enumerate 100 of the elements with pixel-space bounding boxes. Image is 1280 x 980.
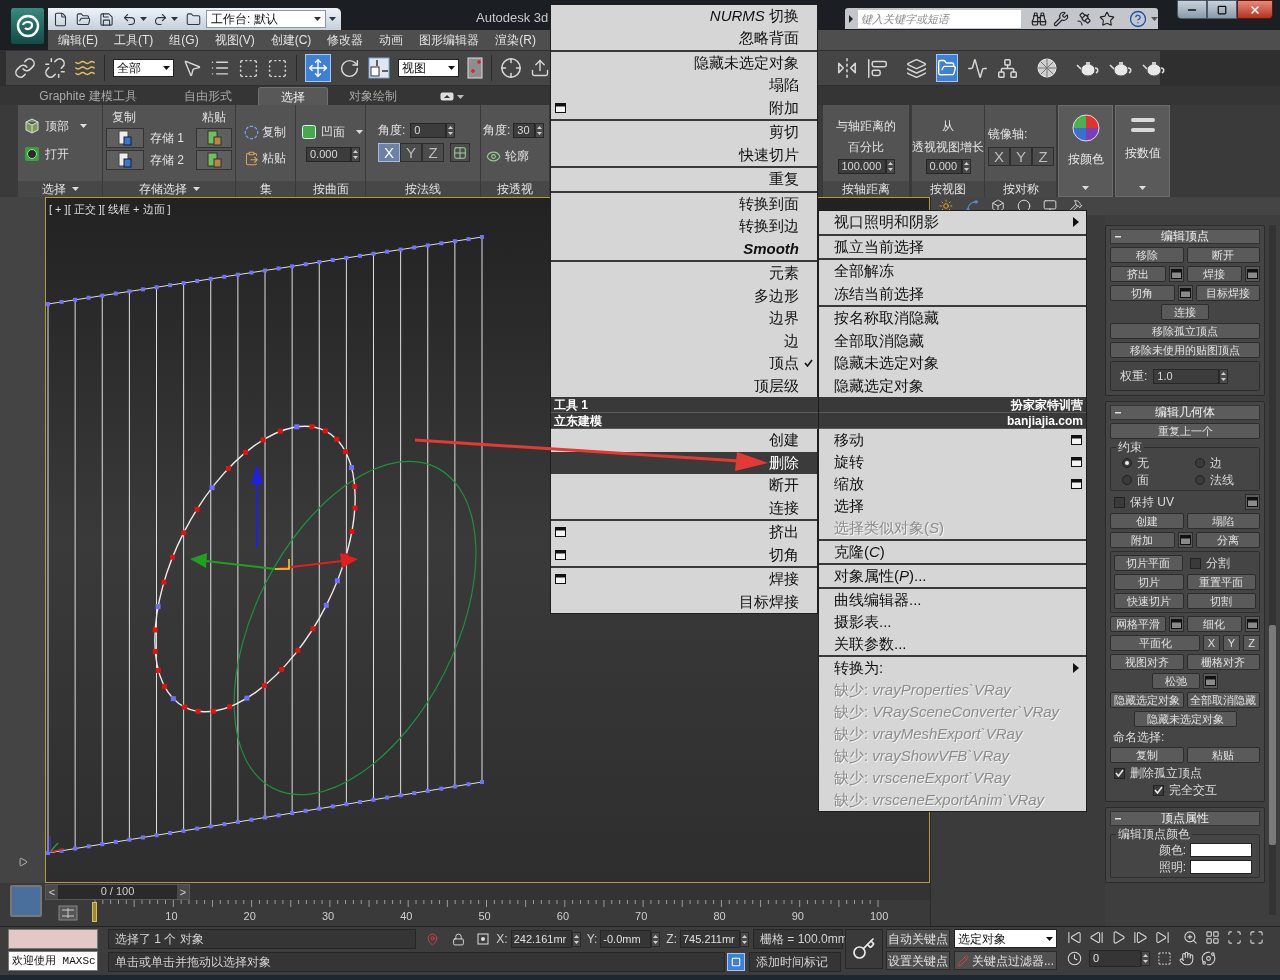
number-field[interactable]: 0.000 xyxy=(306,147,351,162)
hammer-icon[interactable] xyxy=(1069,199,1083,213)
listener-input-field[interactable] xyxy=(8,929,98,949)
menu-item[interactable]: 转换为: xyxy=(819,657,1086,679)
spinner-arrows-icon[interactable] xyxy=(351,147,360,162)
monitor-icon[interactable] xyxy=(1043,199,1057,213)
paste-button[interactable] xyxy=(196,128,232,148)
menu-item[interactable]: 目标焊接 xyxy=(551,590,817,613)
ribbon-button[interactable]: 打开 xyxy=(24,145,102,163)
color-field[interactable] xyxy=(1190,843,1252,857)
axis-button[interactable]: X xyxy=(378,143,400,162)
panel-button[interactable]: 移除未使用的贴图顶点 xyxy=(1110,342,1260,358)
radio-button[interactable] xyxy=(1194,475,1205,485)
panel-button[interactable]: 焊接 xyxy=(1186,266,1242,282)
scrollbar-track[interactable] xyxy=(1269,225,1276,915)
menu-item[interactable]: 边 xyxy=(551,329,817,352)
crosshair-icon[interactable] xyxy=(500,57,522,79)
menu-bar-item[interactable]: 修改器 xyxy=(319,31,372,49)
window-icon[interactable] xyxy=(554,527,566,538)
number-field[interactable]: 30 xyxy=(513,122,536,138)
panel-button[interactable]: 挤出 xyxy=(1110,266,1166,282)
paste-button[interactable] xyxy=(196,150,232,170)
pan-hand-icon[interactable] xyxy=(1179,951,1194,966)
list-icon[interactable] xyxy=(209,58,230,78)
selection-filter-dropdown[interactable]: 全部 xyxy=(112,59,174,77)
menu-item[interactable]: 全部取消隐藏 xyxy=(819,329,1086,352)
menu-item[interactable]: 移动 xyxy=(819,429,1086,451)
menu-item[interactable]: NURMS 切换 xyxy=(551,4,817,27)
curve-icon[interactable] xyxy=(965,199,979,213)
store-button[interactable] xyxy=(106,128,144,148)
link-icon[interactable] xyxy=(14,57,36,79)
node-graph-icon[interactable] xyxy=(997,57,1018,79)
panel-button[interactable]: 切片 xyxy=(1114,574,1184,590)
menu-item[interactable]: 忽略背面 xyxy=(551,27,817,50)
ribbon-tab[interactable]: 对象绘制 xyxy=(328,87,418,105)
boxed-lines-icon[interactable] xyxy=(57,905,78,921)
menu-item[interactable]: 选择 xyxy=(819,495,1086,517)
menu-item[interactable]: 顶层级 xyxy=(551,374,817,397)
axis-button[interactable]: Y xyxy=(1223,635,1240,651)
maximize-icon[interactable] xyxy=(1217,4,1227,15)
menu-item[interactable]: 曲线编辑器... xyxy=(819,589,1086,611)
number-field[interactable]: 1.0 xyxy=(1153,368,1220,384)
panel-button[interactable]: 复制 xyxy=(1110,747,1184,763)
ribbon-dropdown[interactable]: 凹面 xyxy=(302,123,365,141)
window-icon[interactable] xyxy=(1070,435,1082,445)
spinner-arrows-icon[interactable] xyxy=(885,159,895,174)
curve-graph-icon[interactable] xyxy=(967,57,988,79)
menu-bar-item[interactable]: 编辑(E) xyxy=(50,31,106,49)
menu-item[interactable]: 克隆(C) xyxy=(819,541,1086,563)
previous-frame-icon[interactable] xyxy=(1089,930,1104,945)
panel-button[interactable]: 切割 xyxy=(1186,593,1256,609)
checkbox[interactable] xyxy=(1114,496,1125,508)
key-set-dropdown[interactable]: 选定对象 xyxy=(954,929,1057,948)
axis-button[interactable]: Y xyxy=(400,143,422,162)
rollout-header[interactable]: 编辑顶点 xyxy=(1110,229,1260,244)
time-tag-button[interactable] xyxy=(727,953,745,971)
scrollbar-thumb[interactable] xyxy=(1269,625,1276,845)
ribbon-tab[interactable]: Graphite 建模工具 xyxy=(18,87,158,105)
window-icon[interactable] xyxy=(1070,479,1082,489)
panel-button[interactable]: 附加 xyxy=(1110,532,1175,548)
number-field[interactable]: 0.000 xyxy=(925,159,962,174)
ribbon-large-button[interactable]: 按颜色 xyxy=(1058,105,1113,197)
checkbox[interactable] xyxy=(1114,767,1125,779)
zoom-icon[interactable] xyxy=(1183,930,1198,945)
panel-button[interactable]: 塌陷 xyxy=(1186,513,1260,529)
grid-layout-icon[interactable] xyxy=(1205,930,1220,945)
menu-item[interactable]: 视口照明和阴影 xyxy=(819,211,1086,234)
menu-item[interactable]: 孤立当前选择 xyxy=(819,235,1086,258)
ribbon-tab[interactable]: 选择 xyxy=(258,87,328,105)
ribbon-tab[interactable]: 自由形式 xyxy=(158,87,258,105)
menu-item[interactable]: 多边形 xyxy=(551,284,817,307)
box-icon[interactable] xyxy=(991,199,1005,213)
time-slider-thumb[interactable]: < 0 / 100 > xyxy=(45,883,190,900)
number-field[interactable]: 100.000 xyxy=(837,159,886,174)
panel-button[interactable]: 分离 xyxy=(1195,532,1260,548)
panel-button[interactable]: 重复上一个 xyxy=(1110,423,1260,439)
panel-button[interactable]: 全部取消隐藏 xyxy=(1186,692,1260,708)
spinner-arrows-icon[interactable] xyxy=(961,159,971,174)
axis-button[interactable]: Y xyxy=(1010,147,1032,166)
time-tag-label[interactable]: 添加时间标记 xyxy=(749,952,841,972)
clock-icon[interactable] xyxy=(1067,951,1082,966)
window-icon[interactable] xyxy=(554,549,566,560)
rollout-header[interactable]: 顶点属性 xyxy=(1110,811,1260,826)
menu-item[interactable]: 断开 xyxy=(551,474,817,497)
search-field[interactable]: 键入关键字或短语 xyxy=(858,9,1021,28)
menu-bar-item[interactable]: 视图(V) xyxy=(206,31,263,49)
menu-bar-item[interactable]: 工具(T) xyxy=(106,31,162,49)
zoom-region-icon[interactable] xyxy=(1157,951,1172,966)
menu-item[interactable]: 关联参数... xyxy=(819,633,1086,655)
panel-button[interactable]: 松弛 xyxy=(1152,673,1200,689)
window-icon[interactable] xyxy=(1070,457,1082,467)
help-icon[interactable] xyxy=(1129,9,1147,28)
menu-item[interactable]: 旋转 xyxy=(819,451,1086,473)
panel-button[interactable]: 移除 xyxy=(1110,247,1184,263)
menu-item[interactable]: 塌陷 xyxy=(551,74,817,97)
menu-bar-item[interactable]: 动画 xyxy=(371,31,412,49)
menu-item[interactable]: 边界 xyxy=(551,307,817,330)
menu-item[interactable]: 切角 xyxy=(551,543,817,566)
panel-button[interactable]: 移除孤立顶点 xyxy=(1110,323,1260,339)
menu-item[interactable]: 摄影表... xyxy=(819,611,1086,633)
